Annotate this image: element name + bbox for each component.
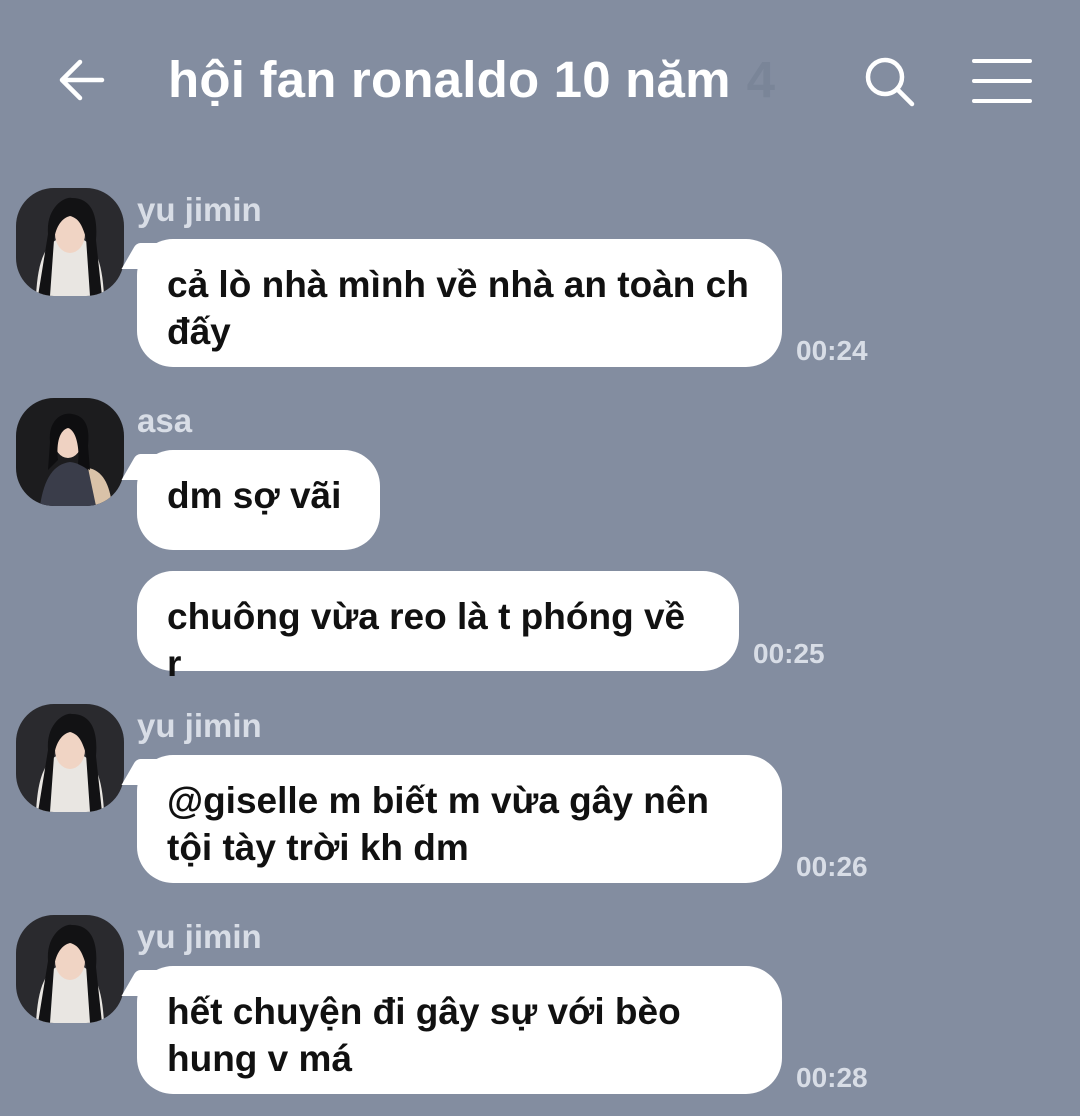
sender-name: yu jimin xyxy=(137,707,262,744)
message-time: 00:24 xyxy=(796,335,868,366)
chat-header: hội fan ronaldo 10 năm 4 xyxy=(0,0,1080,165)
menu-button[interactable] xyxy=(970,55,1034,107)
message-bubble[interactable]: cả lò nhà mình về nhà an toàn ch đấy xyxy=(137,239,782,367)
chat-title: hội fan ronaldo 10 năm xyxy=(168,51,731,108)
avatar-image xyxy=(16,915,124,1023)
avatar-image xyxy=(16,188,124,296)
chat-title-area: hội fan ronaldo 10 năm 4 xyxy=(168,50,775,109)
message-bubble[interactable]: chuông vừa reo là t phóng về r xyxy=(137,571,739,684)
avatar-yu-jimin[interactable] xyxy=(16,188,124,296)
arrow-left-icon xyxy=(59,59,105,101)
avatar-yu-jimin[interactable] xyxy=(16,704,124,812)
message-bubble[interactable]: dm sợ vãi xyxy=(137,450,380,550)
message-time: 00:25 xyxy=(753,638,825,669)
message-text: dm sợ vãi xyxy=(167,475,342,516)
search-icon xyxy=(865,57,915,107)
avatar-image xyxy=(16,398,124,506)
avatar-image xyxy=(16,704,124,812)
message-bubble[interactable]: @giselle m biết m vừa gây nên tội tày tr… xyxy=(137,755,782,883)
sender-name: asa xyxy=(137,402,193,439)
message-text: chuông vừa reo là t phóng về r xyxy=(167,596,686,684)
avatar-yu-jimin[interactable] xyxy=(16,915,124,1023)
message-time: 00:28 xyxy=(796,1062,868,1093)
member-count: 4 xyxy=(746,51,776,108)
hamburger-menu-icon xyxy=(972,59,1032,103)
sender-name: yu jimin xyxy=(137,191,262,228)
message-text: @giselle m biết m vừa gây nên tội tày tr… xyxy=(167,780,709,868)
search-button[interactable] xyxy=(860,52,920,112)
message-bubble[interactable]: hết chuyện đi gây sự với bèo hung v má xyxy=(137,966,782,1094)
message-text: cả lò nhà mình về nhà an toàn ch đấy xyxy=(167,264,749,352)
back-button[interactable] xyxy=(52,52,112,112)
avatar-asa[interactable] xyxy=(16,398,124,506)
message-text: hết chuyện đi gây sự với bèo hung v má xyxy=(167,991,681,1079)
message-time: 00:26 xyxy=(796,851,868,882)
sender-name: yu jimin xyxy=(137,918,262,955)
